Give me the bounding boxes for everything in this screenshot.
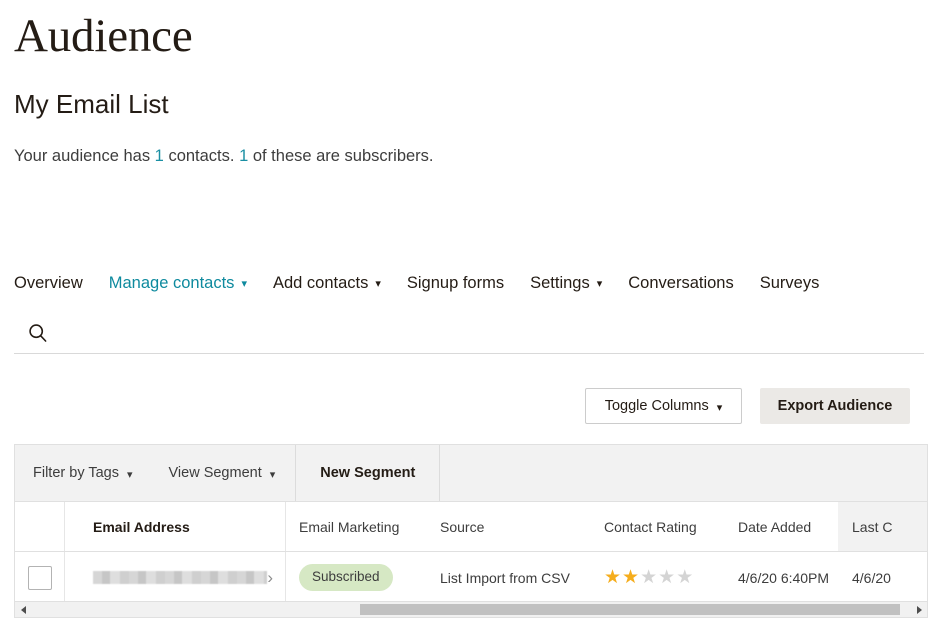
tab-overview-label: Overview (14, 275, 83, 292)
toggle-columns-label: Toggle Columns (605, 398, 709, 414)
filter-by-tags-dropdown[interactable]: Filter by Tags ▾ (15, 445, 153, 501)
chevron-down-icon: ▾ (270, 468, 276, 481)
column-header-email-address[interactable]: Email Address (65, 502, 286, 551)
tab-signup-forms-label: Signup forms (407, 275, 504, 292)
cell-date-added: 4/6/20 6:40PM (725, 552, 838, 603)
subscribers-count: 1 (239, 147, 248, 165)
summary-middle: contacts. (164, 147, 239, 165)
view-segment-label: View Segment (169, 465, 262, 481)
export-audience-button[interactable]: Export Audience (760, 388, 910, 424)
star-icon: ★ (604, 568, 621, 587)
column-header-date-added[interactable]: Date Added (725, 502, 838, 551)
segment-toolbar-spacer (440, 445, 927, 501)
cell-last-changed: 4/6/20 (838, 552, 927, 603)
page-title: Audience (14, 8, 192, 64)
star-icon: ★ (640, 568, 657, 587)
segment-toolbar: Filter by Tags ▾ View Segment ▾ New Segm… (15, 445, 927, 502)
scrollbar-track[interactable] (31, 602, 911, 617)
search-icon[interactable] (28, 323, 48, 343)
audience-nav-tabs: Overview Manage contacts ▾ Add contacts … (14, 275, 845, 292)
search-row (14, 316, 924, 354)
table-row: › Subscribed List Import from CSV ★ ★ ★ … (15, 552, 927, 604)
summary-suffix: of these are subscribers. (248, 147, 433, 165)
scroll-right-arrow-icon[interactable] (911, 606, 927, 614)
toggle-columns-button[interactable]: Toggle Columns ▾ (585, 388, 742, 424)
tab-conversations-label: Conversations (628, 275, 733, 292)
chevron-down-icon: ▾ (241, 279, 247, 290)
redacted-email-value (93, 571, 267, 584)
tab-conversations[interactable]: Conversations (628, 275, 733, 292)
chevron-down-icon: ▾ (597, 279, 603, 290)
summary-prefix: Your audience has (14, 147, 155, 165)
audience-table: Filter by Tags ▾ View Segment ▾ New Segm… (14, 444, 928, 604)
column-header-email-marketing[interactable]: Email Marketing (286, 502, 427, 551)
scroll-left-arrow-icon[interactable] (15, 606, 31, 614)
row-checkbox[interactable] (28, 566, 52, 590)
column-header-last-changed[interactable]: Last C (838, 502, 927, 551)
view-segment-dropdown[interactable]: View Segment ▾ (153, 445, 297, 501)
tab-signup-forms[interactable]: Signup forms (407, 275, 504, 292)
chevron-down-icon: ▾ (375, 279, 381, 290)
tab-overview[interactable]: Overview (14, 275, 83, 292)
star-icon: ★ (658, 568, 675, 587)
contacts-count: 1 (155, 147, 164, 165)
tab-settings[interactable]: Settings ▾ (530, 275, 602, 292)
chevron-down-icon: ▾ (127, 468, 133, 481)
horizontal-scrollbar[interactable] (14, 601, 928, 618)
audience-list-name: My Email List (14, 88, 169, 122)
star-icon: ★ (676, 568, 693, 587)
tab-add-contacts-label: Add contacts (273, 275, 368, 292)
cell-email-address[interactable]: › (65, 552, 286, 603)
tab-surveys[interactable]: Surveys (760, 275, 820, 292)
star-icon: ★ (622, 568, 639, 587)
row-select-cell (15, 552, 65, 603)
tab-add-contacts[interactable]: Add contacts ▾ (273, 275, 381, 292)
tab-manage-contacts[interactable]: Manage contacts ▾ (109, 275, 247, 292)
cell-contact-rating: ★ ★ ★ ★ ★ (591, 552, 725, 603)
audience-summary: Your audience has 1 contacts. 1 of these… (14, 147, 434, 166)
table-header-row: Email Address Email Marketing Source Con… (15, 502, 927, 552)
status-badge: Subscribed (299, 564, 393, 590)
tab-manage-contacts-label: Manage contacts (109, 275, 235, 292)
scrollbar-thumb[interactable] (360, 604, 900, 615)
tab-settings-label: Settings (530, 275, 590, 292)
column-header-contact-rating[interactable]: Contact Rating (591, 502, 725, 551)
chevron-down-icon: ▾ (717, 401, 723, 414)
filter-by-tags-label: Filter by Tags (33, 465, 119, 481)
contact-rating-stars[interactable]: ★ ★ ★ ★ ★ (604, 568, 693, 587)
chevron-right-icon[interactable]: › (267, 569, 273, 586)
column-header-source[interactable]: Source (427, 502, 591, 551)
column-header-select-all (15, 502, 65, 551)
tab-surveys-label: Surveys (760, 275, 820, 292)
cell-source: List Import from CSV (427, 552, 591, 603)
cell-email-marketing: Subscribed (286, 552, 427, 603)
new-segment-button[interactable]: New Segment (296, 445, 440, 501)
